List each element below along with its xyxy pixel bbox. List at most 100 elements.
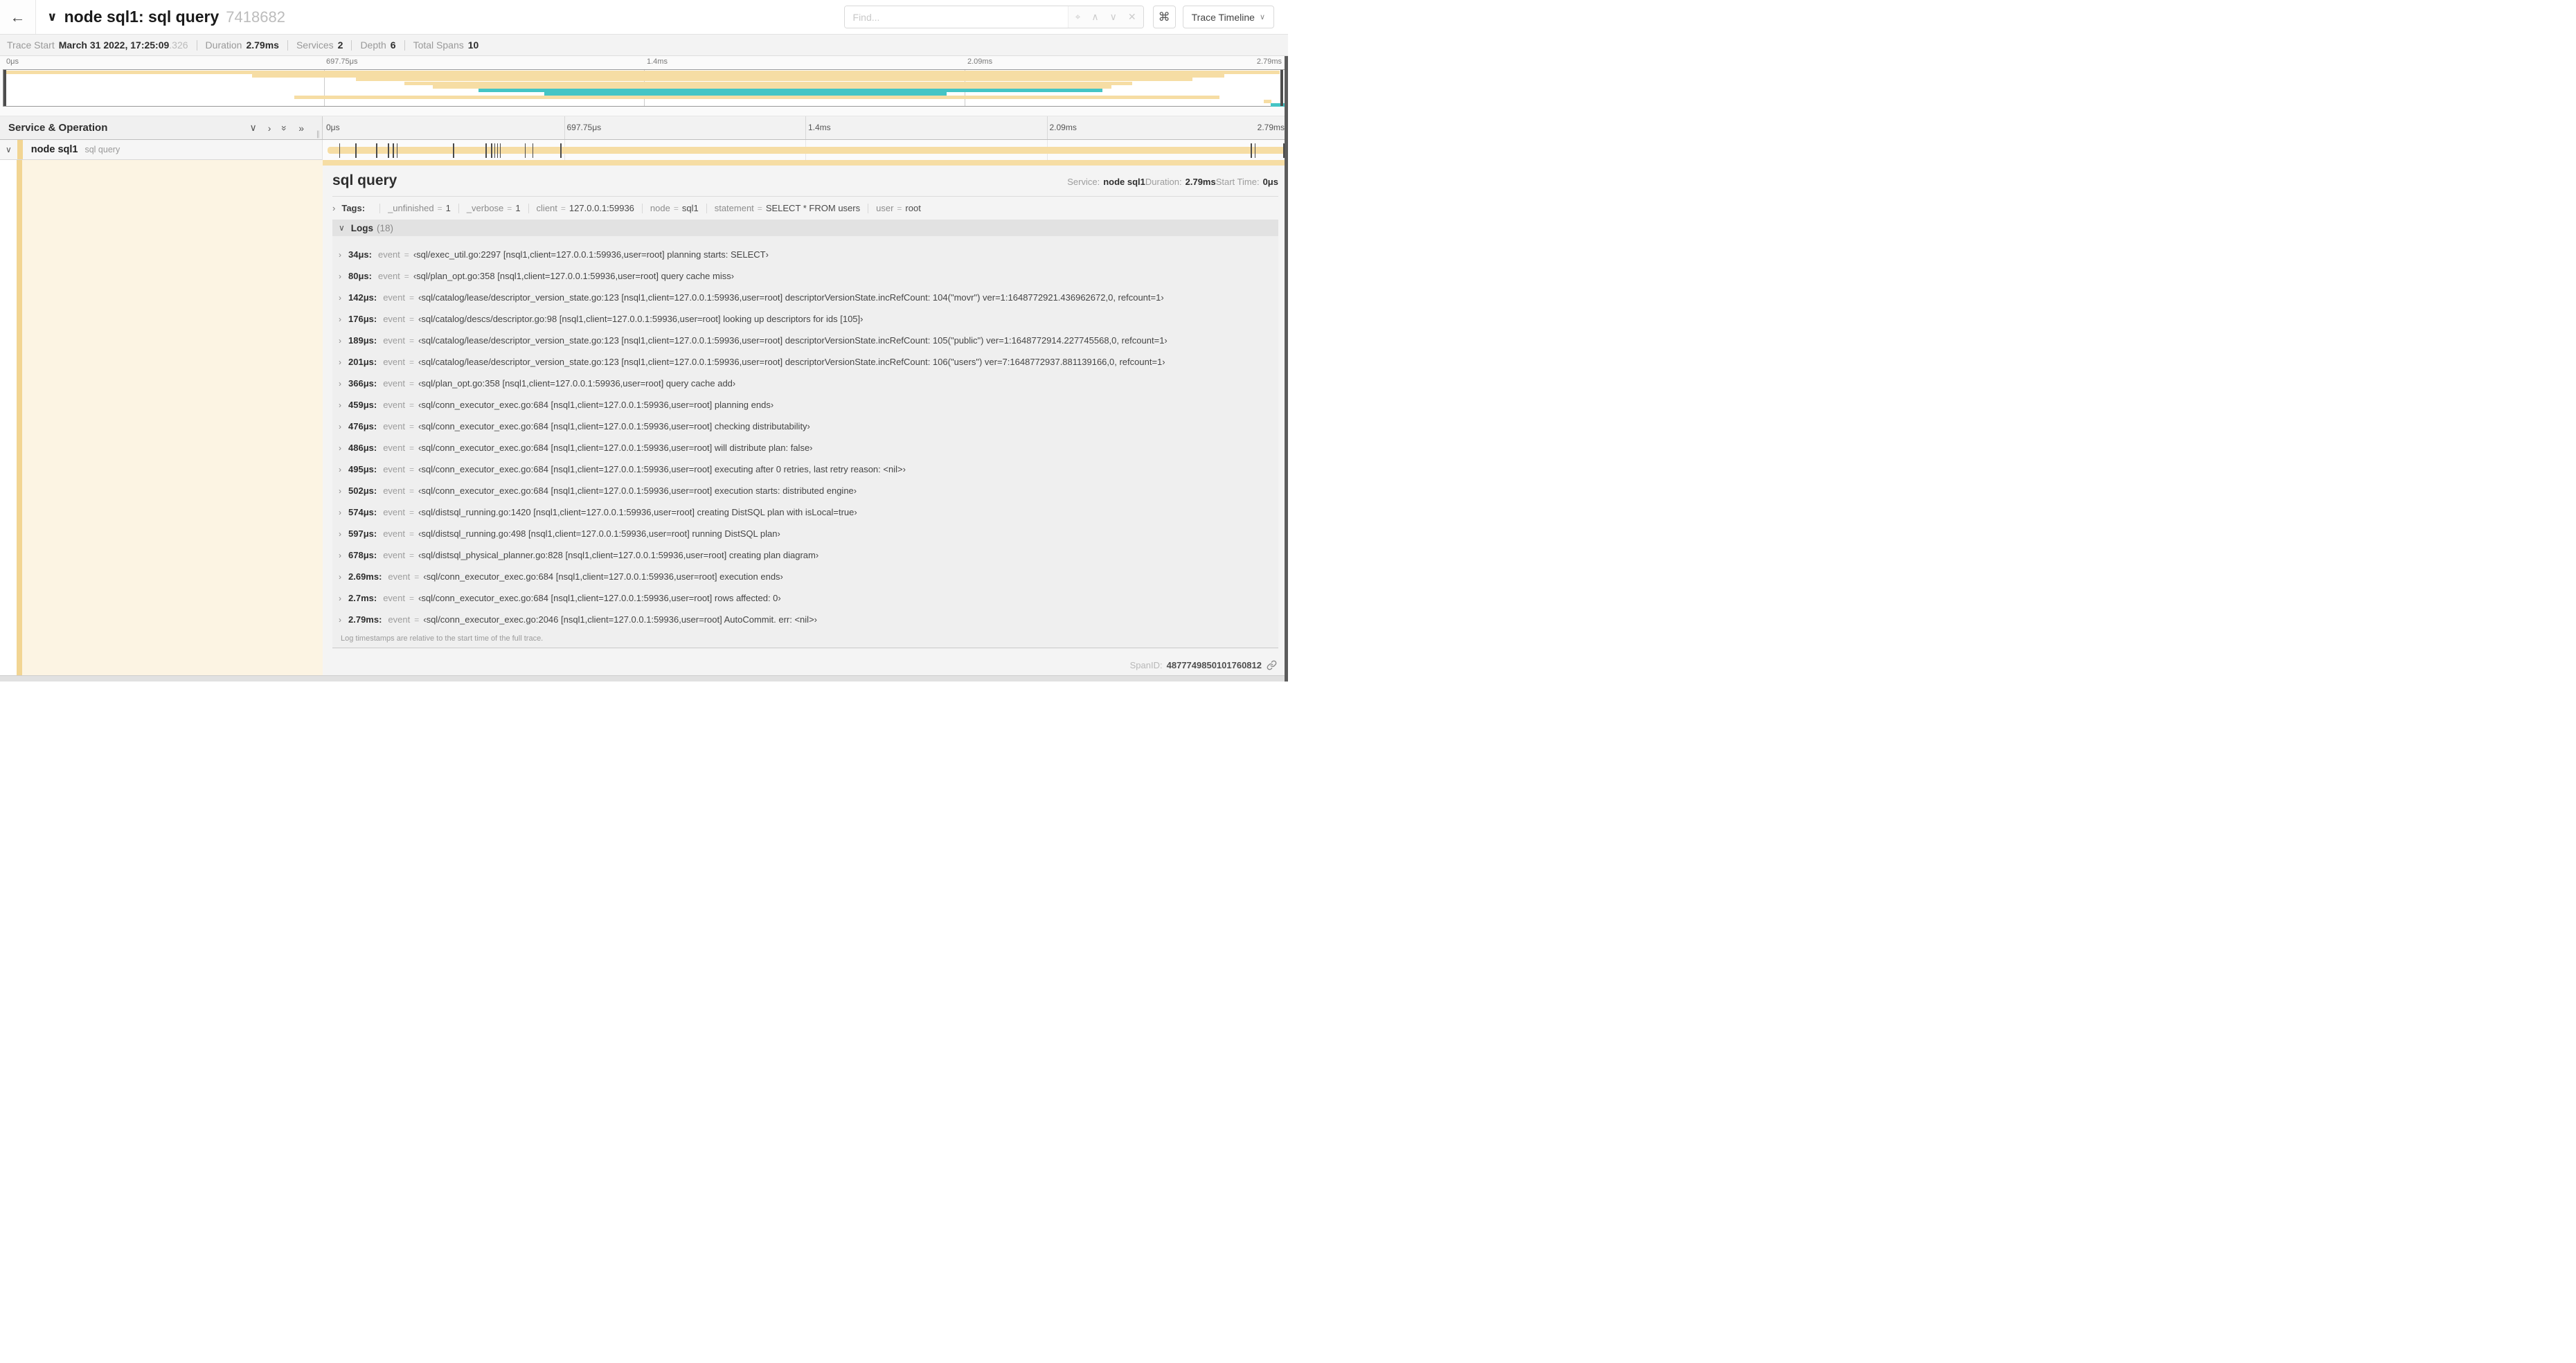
tags-label: Tags: xyxy=(341,203,366,213)
log-field-value: ‹sql/distsql_running.go:498 [nsql1,clien… xyxy=(418,528,780,539)
log-field-value: ‹sql/conn_executor_exec.go:684 [nsql1,cl… xyxy=(418,421,810,431)
tag-key: node xyxy=(650,203,670,213)
log-entry-row[interactable]: › 142μs: event = ‹sql/catalog/lease/desc… xyxy=(339,287,1274,308)
column-resize-handle[interactable]: ∥ xyxy=(316,130,321,139)
log-field-key: event xyxy=(383,335,406,346)
log-marker-tick xyxy=(355,143,357,158)
log-timestamp: 502μs: xyxy=(348,485,377,496)
log-entry-row[interactable]: › 574μs: event = ‹sql/distsql_running.go… xyxy=(339,501,1274,523)
close-icon[interactable]: ✕ xyxy=(1128,11,1136,23)
logs-title: Logs xyxy=(350,222,374,233)
span-duration-bar[interactable] xyxy=(327,143,1285,158)
top-bar: ← ∨ node sql1: sql query 7418682 ⌖ ∧ ∨ ✕… xyxy=(0,0,1288,35)
span-row-name-cell[interactable]: ∨ node sql1 sql query xyxy=(0,140,323,160)
log-entry-row[interactable]: › 34μs: event = ‹sql/exec_util.go:2297 [… xyxy=(339,244,1274,265)
ruler-gridline xyxy=(564,116,565,139)
span-id-row: SpanID: 4877749850101760812 xyxy=(1130,660,1277,670)
expand-all-icon[interactable]: » xyxy=(298,123,304,134)
vertical-scrollbar[interactable] xyxy=(1285,56,1288,682)
span-meta-value: 2.79ms xyxy=(1185,177,1216,187)
chevron-right-icon: › xyxy=(339,271,341,281)
log-field-value: ‹sql/conn_executor_exec.go:684 [nsql1,cl… xyxy=(418,464,906,474)
log-timestamp: 34μs: xyxy=(348,249,372,260)
equals-sign: = xyxy=(409,357,415,367)
tags-row[interactable]: › Tags: _unfinished = 1 _verbose = 1 cli… xyxy=(332,203,1278,213)
log-marker-tick xyxy=(453,143,454,158)
log-entry-row[interactable]: › 189μs: event = ‹sql/catalog/lease/desc… xyxy=(339,330,1274,351)
log-entry-row[interactable]: › 476μs: event = ‹sql/conn_executor_exec… xyxy=(339,416,1274,437)
span-detail-accent-bar xyxy=(323,160,1288,166)
link-icon[interactable] xyxy=(1267,660,1277,670)
tag-item: _unfinished = 1 xyxy=(372,203,451,213)
chevron-right-icon: › xyxy=(339,485,341,496)
collapse-one-icon[interactable]: ∨ xyxy=(249,122,256,134)
log-field-value: ‹sql/distsql_physical_planner.go:828 [ns… xyxy=(418,550,819,560)
equals-sign: = xyxy=(409,314,415,324)
minimap-scrubber-right[interactable] xyxy=(1280,70,1283,106)
find-input[interactable] xyxy=(844,6,1068,28)
span-id-value: 4877749850101760812 xyxy=(1166,660,1262,670)
log-timestamp: 201μs: xyxy=(348,357,377,367)
log-entry-row[interactable]: › 678μs: event = ‹sql/distsql_physical_p… xyxy=(339,544,1274,566)
chevron-right-icon: › xyxy=(339,593,341,603)
log-timestamp: 486μs: xyxy=(348,443,377,453)
log-entry-row[interactable]: › 201μs: event = ‹sql/catalog/lease/desc… xyxy=(339,351,1274,373)
equals-sign: = xyxy=(409,378,415,389)
log-entry-row[interactable]: › 2.79ms: event = ‹sql/conn_executor_exe… xyxy=(339,609,1274,630)
log-entry-row[interactable]: › 502μs: event = ‹sql/conn_executor_exec… xyxy=(339,480,1274,501)
log-entry-row[interactable]: › 597μs: event = ‹sql/distsql_running.go… xyxy=(339,523,1274,544)
view-options-button[interactable]: Trace Timeline ∨ xyxy=(1182,6,1274,28)
log-entry-row[interactable]: › 366μs: event = ‹sql/plan_opt.go:358 [n… xyxy=(339,373,1274,394)
chevron-right-icon: › xyxy=(339,507,341,517)
log-marker-tick xyxy=(388,143,389,158)
find-controls: ⌖ ∧ ∨ ✕ xyxy=(1067,6,1143,28)
ruler-tick-label: 1.4ms xyxy=(808,123,831,132)
equals-sign: = xyxy=(409,292,415,303)
minimap-canvas[interactable] xyxy=(3,69,1285,107)
detail-divider xyxy=(332,196,1278,197)
detail-right-column: sql query Service: node sql1 Duration: 2… xyxy=(323,160,1288,675)
chevron-right-icon: › xyxy=(339,550,341,560)
minimap-scrubber-left[interactable] xyxy=(3,70,6,106)
log-entry-row[interactable]: › 459μs: event = ‹sql/conn_executor_exec… xyxy=(339,394,1274,416)
log-timestamp: 597μs: xyxy=(348,528,377,539)
log-entry-row[interactable]: › 495μs: event = ‹sql/conn_executor_exec… xyxy=(339,458,1274,480)
log-field-value: ‹sql/catalog/lease/descriptor_version_st… xyxy=(418,292,1164,303)
tag-item: node = sql1 xyxy=(634,203,699,213)
log-timestamp: 2.79ms: xyxy=(348,614,382,625)
log-field-value: ‹sql/conn_executor_exec.go:684 [nsql1,cl… xyxy=(418,485,857,496)
expand-collapse-controls: ∨ › » » xyxy=(249,122,304,134)
log-timestamp: 495μs: xyxy=(348,464,377,474)
chevron-up-icon[interactable]: ∧ xyxy=(1091,11,1098,23)
log-field-value: ‹sql/conn_executor_exec.go:684 [nsql1,cl… xyxy=(418,400,774,410)
log-field-key: event xyxy=(383,443,406,453)
log-entry-row[interactable]: › 176μs: event = ‹sql/catalog/descs/desc… xyxy=(339,308,1274,330)
log-entry-row[interactable]: › 486μs: event = ‹sql/conn_executor_exec… xyxy=(339,437,1274,458)
trace-id: 7418682 xyxy=(226,8,285,26)
locate-icon[interactable]: ⌖ xyxy=(1075,11,1081,23)
log-marker-tick xyxy=(396,143,398,158)
expand-one-icon[interactable]: › xyxy=(268,123,271,134)
tag-item: statement = SELECT * FROM users xyxy=(699,203,860,213)
chevron-down-icon[interactable]: ∨ xyxy=(1110,11,1117,23)
chevron-right-icon: › xyxy=(332,203,336,213)
log-field-value: ‹sql/plan_opt.go:358 [nsql1,client=127.0… xyxy=(418,378,736,389)
find-group: ⌖ ∧ ∨ ✕ xyxy=(843,6,1144,28)
summary-label: Services xyxy=(296,39,334,51)
tag-value: 1 xyxy=(445,203,451,213)
collapse-all-icon[interactable]: » xyxy=(279,125,290,131)
summary-value-suffix: .326 xyxy=(169,39,188,51)
tag-value: 127.0.0.1:59936 xyxy=(569,203,634,213)
back-button[interactable]: ← xyxy=(0,0,36,34)
log-entry-row[interactable]: › 2.7ms: event = ‹sql/conn_executor_exec… xyxy=(339,587,1274,609)
log-entry-row[interactable]: › 2.69ms: event = ‹sql/conn_executor_exe… xyxy=(339,566,1274,587)
summary-value: 2.79ms xyxy=(246,39,279,51)
log-entry-row[interactable]: › 80μs: event = ‹sql/plan_opt.go:358 [ns… xyxy=(339,265,1274,287)
tag-item: client = 127.0.0.1:59936 xyxy=(521,203,634,213)
trace-collapse-toggle[interactable]: ∨ xyxy=(47,10,57,24)
chevron-down-icon[interactable]: ∨ xyxy=(6,145,12,154)
keyboard-shortcuts-button[interactable]: ⌘ xyxy=(1152,6,1176,28)
log-marker-tick xyxy=(499,143,501,158)
logs-header[interactable]: ∨ Logs (18) xyxy=(332,220,1278,236)
logs-section: ∨ Logs (18) › 34μs: event = ‹sql/exec_ut… xyxy=(332,220,1278,648)
